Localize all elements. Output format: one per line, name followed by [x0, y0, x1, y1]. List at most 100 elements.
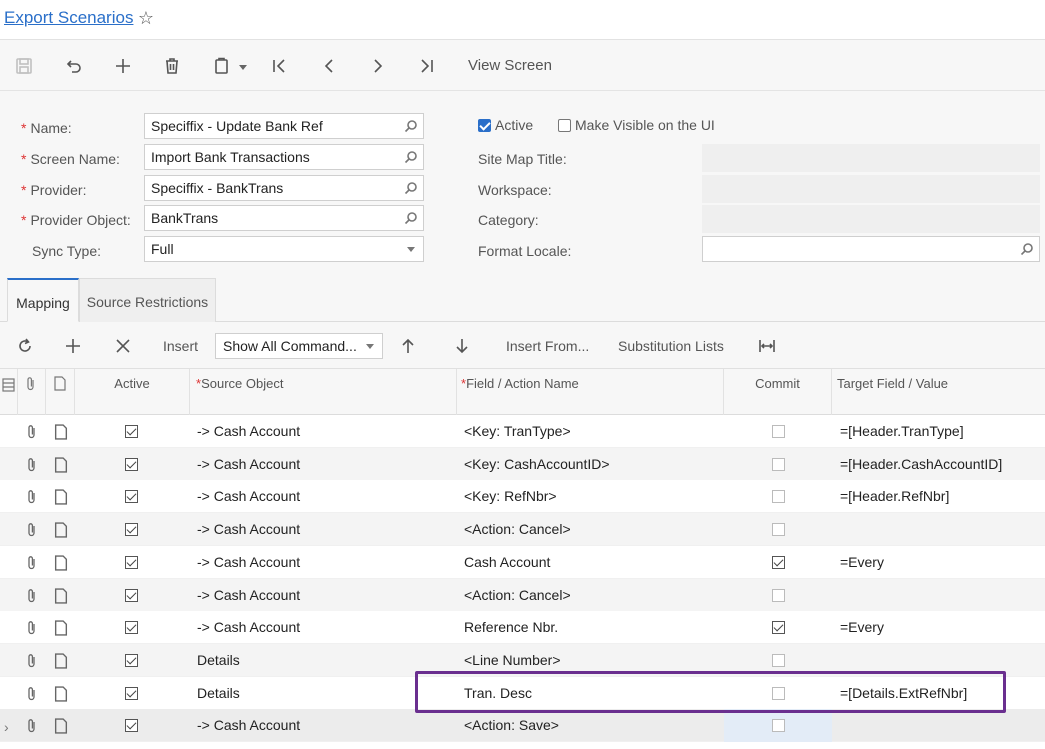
field-action-cell[interactable]: <Key: RefNbr> — [464, 480, 557, 513]
next-record-icon[interactable] — [366, 54, 390, 78]
source-object-cell[interactable]: -> Cash Account — [197, 415, 300, 448]
attachment-icon[interactable] — [25, 522, 39, 538]
table-row[interactable]: -> Cash Account <Key: TranType> =[Header.T… — [0, 415, 1045, 448]
field-action-cell[interactable]: <Action: Save> — [464, 709, 559, 742]
active-checkbox[interactable] — [125, 621, 138, 635]
search-icon[interactable] — [404, 150, 418, 164]
table-row[interactable]: › -> Cash Account <Action: Save> — [0, 709, 1045, 743]
table-row[interactable]: -> Cash Account <Key: CashAccountID> =[Hea… — [0, 447, 1045, 481]
insert-button[interactable]: Insert — [163, 338, 198, 354]
commit-checkbox[interactable] — [772, 457, 785, 471]
workspace-field[interactable] — [702, 175, 1040, 203]
target-column-header[interactable]: Target Field / Value — [832, 369, 1045, 415]
delete-icon[interactable] — [160, 54, 184, 78]
commit-checkbox[interactable] — [772, 523, 785, 537]
refresh-icon[interactable] — [14, 335, 36, 357]
show-commands-select[interactable]: Show All Command... — [215, 333, 383, 359]
active-checkbox[interactable] — [125, 719, 138, 733]
provider-field[interactable]: Speciffix - BankTrans — [144, 175, 424, 201]
note-icon[interactable] — [54, 424, 68, 440]
make-visible-checkbox[interactable] — [558, 119, 571, 132]
save-icon[interactable] — [12, 54, 36, 78]
field-action-cell[interactable]: <Action: Cancel> — [464, 513, 571, 546]
page-title[interactable]: Export Scenarios — [4, 8, 133, 28]
attachment-icon[interactable] — [25, 686, 39, 702]
note-icon[interactable] — [54, 489, 68, 506]
commit-checkbox[interactable] — [772, 719, 785, 733]
table-row[interactable]: -> Cash Account <Action: Cancel> — [0, 578, 1045, 612]
note-icon[interactable] — [54, 653, 68, 669]
commit-checkbox[interactable] — [772, 588, 785, 602]
star-icon[interactable]: ☆ — [136, 6, 156, 30]
sync-type-select[interactable]: Full — [144, 236, 424, 262]
commit-column-header[interactable]: Commit — [724, 369, 832, 415]
commit-checkbox[interactable] — [772, 653, 785, 667]
source-object-cell[interactable]: -> Cash Account — [197, 546, 300, 579]
attachment-icon[interactable] — [25, 620, 39, 636]
field-action-cell[interactable]: <Action: Cancel> — [464, 579, 571, 612]
category-field[interactable] — [702, 205, 1040, 233]
tab-mapping[interactable]: Mapping — [7, 278, 79, 322]
target-value-cell[interactable]: =[Header.RefNbr] — [840, 480, 949, 513]
previous-record-icon[interactable] — [317, 54, 341, 78]
delete-row-icon[interactable] — [112, 335, 134, 357]
attachment-icon[interactable] — [25, 424, 39, 440]
substitution-lists-button[interactable]: Substitution Lists — [618, 338, 724, 354]
move-down-icon[interactable] — [451, 335, 473, 357]
note-icon[interactable] — [54, 555, 68, 571]
commit-checkbox[interactable] — [772, 490, 785, 504]
last-record-icon[interactable] — [415, 54, 439, 78]
active-checkbox[interactable] — [125, 555, 138, 569]
attachment-icon[interactable] — [25, 457, 39, 473]
clipboard-icon[interactable] — [210, 54, 234, 78]
field-action-column-header[interactable]: *Field / Action Name — [457, 369, 724, 415]
table-row[interactable]: -> Cash Account Reference Nbr. =Every — [0, 611, 1045, 645]
active-checkbox[interactable] — [125, 588, 138, 602]
commit-checkbox[interactable] — [772, 555, 785, 569]
active-checkbox[interactable] — [125, 653, 138, 667]
undo-icon[interactable] — [61, 54, 85, 78]
source-object-cell[interactable]: Details — [197, 677, 240, 710]
commit-checkbox[interactable] — [772, 621, 785, 635]
add-icon[interactable] — [111, 54, 135, 78]
target-value-cell[interactable]: =[Header.TranType] — [840, 415, 964, 448]
target-value-cell[interactable]: =[Header.CashAccountID] — [840, 448, 1002, 481]
attachment-icon[interactable] — [25, 653, 39, 669]
note-icon[interactable] — [54, 457, 68, 473]
table-row[interactable]: -> Cash Account Cash Account =Every — [0, 545, 1045, 579]
tab-source-restrictions[interactable]: Source Restrictions — [79, 278, 216, 322]
field-action-cell[interactable]: <Key: CashAccountID> — [464, 448, 610, 481]
attachment-icon[interactable] — [25, 489, 39, 505]
format-locale-field[interactable] — [702, 236, 1040, 262]
active-checkbox[interactable] — [125, 425, 138, 438]
note-icon[interactable] — [54, 587, 68, 604]
view-screen-button[interactable]: View Screen — [468, 57, 552, 74]
source-object-column-header[interactable]: *Source Object — [190, 369, 457, 415]
source-object-cell[interactable]: -> Cash Account — [197, 448, 300, 481]
table-row[interactable]: -> Cash Account <Action: Cancel> — [0, 513, 1045, 547]
active-checkbox[interactable] — [125, 686, 138, 700]
provider-object-field[interactable]: BankTrans — [144, 205, 424, 231]
note-icon[interactable] — [54, 718, 68, 734]
commit-checkbox[interactable] — [772, 425, 785, 438]
active-checkbox[interactable] — [478, 119, 491, 132]
source-object-cell[interactable]: Details — [197, 644, 240, 677]
field-action-cell[interactable]: Cash Account — [464, 546, 550, 579]
source-object-cell[interactable]: -> Cash Account — [197, 579, 300, 612]
field-action-cell[interactable]: Reference Nbr. — [464, 611, 558, 644]
search-icon[interactable] — [404, 119, 418, 133]
insert-from-button[interactable]: Insert From... — [506, 338, 589, 354]
screen-name-field[interactable]: Import Bank Transactions — [144, 144, 424, 170]
active-column-header[interactable]: Active — [75, 369, 190, 415]
row-selector-header-icon[interactable] — [0, 369, 18, 415]
attachment-icon[interactable] — [25, 588, 39, 604]
attachment-icon[interactable] — [25, 555, 39, 571]
first-record-icon[interactable] — [267, 54, 291, 78]
search-icon[interactable] — [404, 181, 418, 195]
source-object-cell[interactable]: -> Cash Account — [197, 513, 300, 546]
note-icon[interactable] — [54, 685, 68, 702]
source-object-cell[interactable]: -> Cash Account — [197, 611, 300, 644]
field-action-cell[interactable]: <Key: TranType> — [464, 415, 571, 448]
search-icon[interactable] — [1020, 242, 1034, 256]
note-icon[interactable] — [54, 522, 68, 538]
